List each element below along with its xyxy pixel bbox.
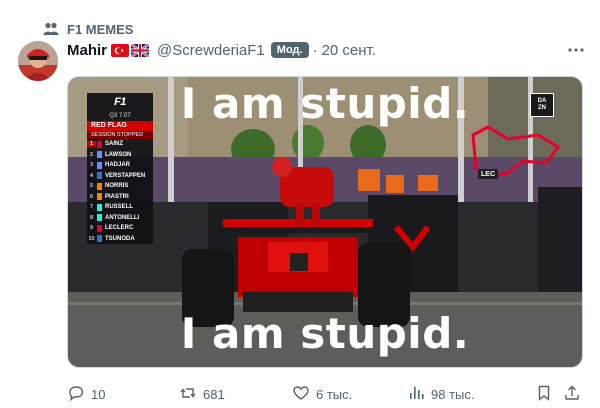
team-color-marker xyxy=(97,214,102,222)
timing-row: 3 HADJAR xyxy=(87,160,153,171)
more-options-icon[interactable] xyxy=(565,39,587,61)
repost-icon xyxy=(179,384,197,405)
session-status: SESSION STOPPED xyxy=(87,131,153,139)
timing-position: 6 xyxy=(89,193,94,200)
timing-driver: RUSSELL xyxy=(105,204,134,211)
share-icon xyxy=(563,384,581,405)
community-icon xyxy=(42,20,60,38)
views-button[interactable]: 98 тыс. xyxy=(407,384,474,405)
author-handle[interactable]: @ScrewderiaF1 xyxy=(157,42,265,59)
timing-driver: NORRIS xyxy=(105,183,129,190)
dazn-line2: ZN xyxy=(538,105,546,111)
like-count: 6 тыс. xyxy=(316,386,353,402)
session-clock: Q3 7:07 xyxy=(109,113,131,119)
reply-count: 10 xyxy=(91,386,106,402)
f1-logo: F1 xyxy=(114,96,126,108)
red-flag-banner: RED FLAG xyxy=(87,121,153,131)
timing-tower: F1 Q3 7:07 RED FLAG SESSION STOPPED 1 SAI… xyxy=(87,93,153,244)
dazn-logo: DA ZN xyxy=(530,93,554,117)
post-media[interactable]: I am stupid. I am stupid. DA ZN LEC F1 Q… xyxy=(67,76,583,368)
timing-position: 8 xyxy=(89,214,94,221)
separator-dot: · xyxy=(312,41,318,59)
timing-row: 2 LAWSON xyxy=(87,150,153,161)
timing-position: 2 xyxy=(89,151,94,158)
timing-position: 7 xyxy=(89,204,94,211)
timing-row: 7 RUSSELL xyxy=(87,202,153,213)
share-button[interactable] xyxy=(563,384,581,405)
timing-driver: SAINZ xyxy=(105,141,123,148)
team-color-marker xyxy=(97,235,102,243)
timing-position: 3 xyxy=(89,162,94,169)
team-color-marker xyxy=(97,182,102,190)
timing-row: 4 VERSTAPPEN xyxy=(87,171,153,182)
views-icon xyxy=(407,384,425,405)
team-color-marker xyxy=(97,224,102,232)
moderator-badge: Мод. xyxy=(270,42,309,58)
caption-bottom: I am stupid. xyxy=(180,309,470,358)
repost-button[interactable]: 681 xyxy=(179,384,225,405)
timing-driver: VERSTAPPEN xyxy=(105,172,146,179)
timing-position: 9 xyxy=(89,225,94,232)
timing-row: 5 NORRIS xyxy=(87,181,153,192)
uk-flag-icon xyxy=(131,43,150,57)
timing-row: 1 SAINZ xyxy=(87,139,153,150)
team-color-marker xyxy=(97,172,102,180)
team-color-marker xyxy=(97,151,102,159)
team-color-marker xyxy=(97,161,102,169)
team-color-marker xyxy=(97,193,102,201)
timing-row: 8 ANTONELLI xyxy=(87,213,153,224)
reply-button[interactable]: 10 xyxy=(67,384,105,405)
views-count: 98 тыс. xyxy=(431,386,475,402)
timing-driver: LECLERC xyxy=(105,225,134,232)
repost-count: 681 xyxy=(203,386,225,402)
timing-driver: PIASTRI xyxy=(105,193,129,200)
timing-driver: HADJAR xyxy=(105,162,131,169)
timing-rows: 1 SAINZ 2 LAWSON 3 HADJAR 4 VERSTAPPEN 5 NORRIS 6 P… xyxy=(87,139,153,244)
timing-position: 4 xyxy=(89,172,94,179)
like-button[interactable]: 6 тыс. xyxy=(292,384,352,405)
timing-row: 6 PIASTRI xyxy=(87,192,153,203)
timing-position: 5 xyxy=(89,183,94,190)
post-timestamp[interactable]: 20 сент. xyxy=(322,42,376,59)
timing-position: 1 xyxy=(87,141,96,148)
heart-icon xyxy=(292,384,310,405)
author-name[interactable]: Mahir xyxy=(67,42,107,59)
post-header: Mahir @ScrewderiaF1 Мод. · 20 сент. xyxy=(67,39,587,61)
timing-position: 10 xyxy=(88,235,95,242)
bookmark-icon xyxy=(535,384,553,405)
dazn-line1: DA xyxy=(537,98,547,104)
avatar[interactable] xyxy=(18,41,58,81)
bookmark-button[interactable] xyxy=(535,384,553,405)
timing-row: 9 LECLERC xyxy=(87,223,153,234)
track-map-label: LEC xyxy=(481,171,495,178)
timing-driver: LAWSON xyxy=(105,151,132,158)
action-bar: 10 681 6 тыс. 98 тыс. xyxy=(67,384,583,404)
timing-row: 10 TSUNODA xyxy=(87,234,153,245)
timing-driver: ANTONELLI xyxy=(105,214,140,221)
reply-icon xyxy=(67,384,85,405)
team-color-marker xyxy=(97,203,102,211)
turkey-flag-icon xyxy=(111,43,130,57)
timing-driver: TSUNODA xyxy=(105,235,135,242)
community-label[interactable]: F1 MEMES xyxy=(42,20,133,38)
team-color-marker xyxy=(97,140,102,148)
community-name: F1 MEMES xyxy=(67,21,134,37)
